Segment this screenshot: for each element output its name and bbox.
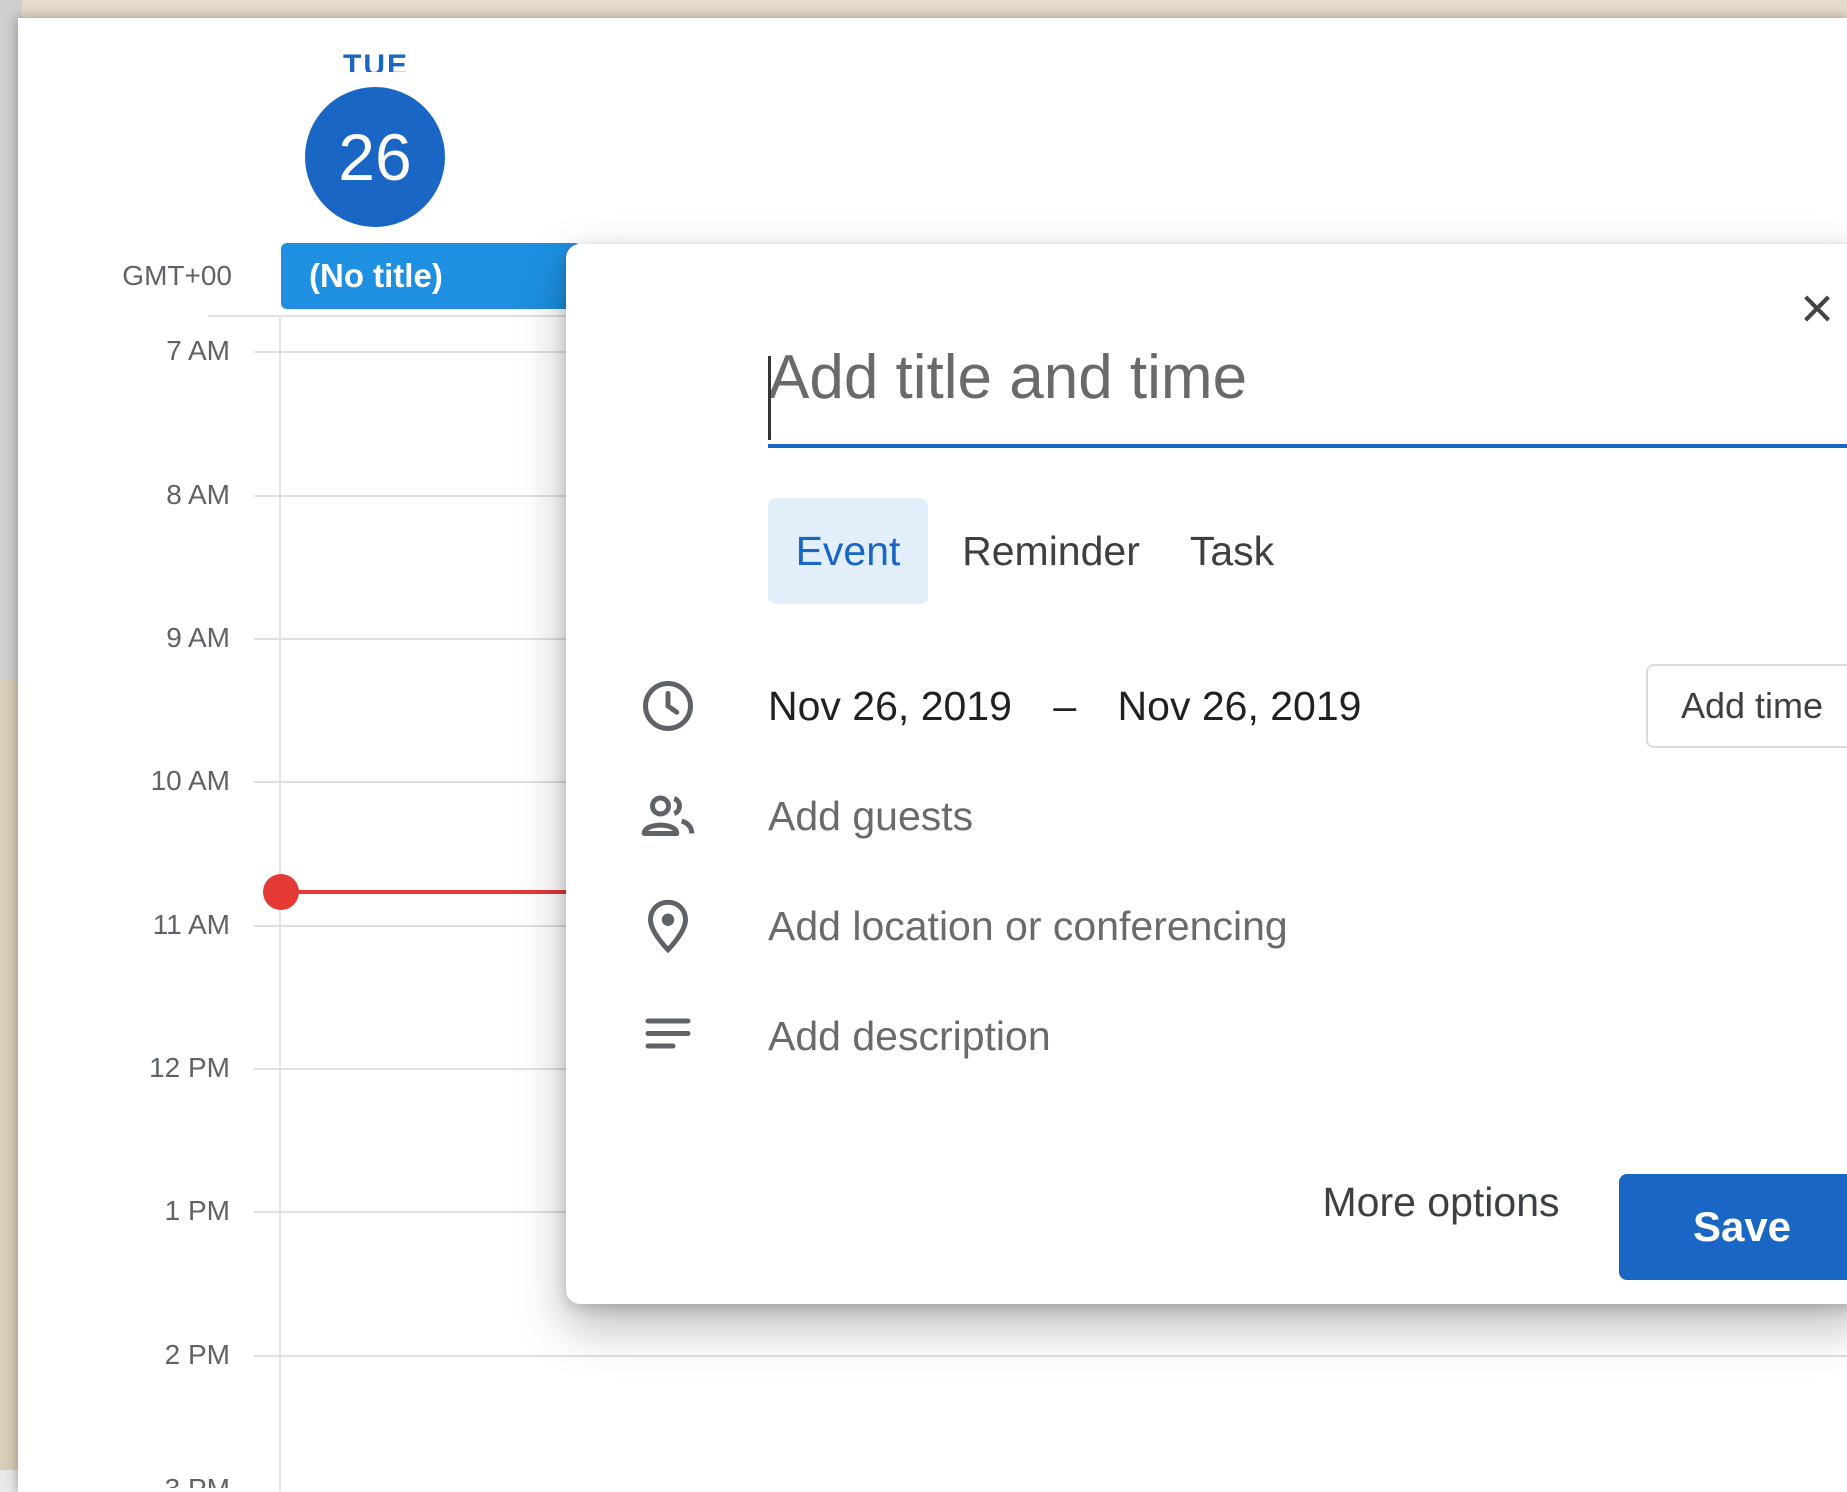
hour-label: 12 PM	[149, 1052, 230, 1083]
close-button[interactable]: ×	[1792, 280, 1842, 338]
tab-task[interactable]: Task	[1172, 498, 1292, 604]
hour-label: 1 PM	[164, 1195, 230, 1226]
hour-label: 10 AM	[150, 765, 230, 796]
tab-event[interactable]: Event	[768, 498, 928, 604]
more-options-button[interactable]: More options	[1296, 1162, 1586, 1242]
event-title-input[interactable]	[768, 352, 1847, 402]
text-caret	[768, 356, 771, 440]
timezone-label: GMT+00	[122, 260, 232, 291]
tab-reminder[interactable]: Reminder	[946, 498, 1156, 604]
allday-event-chip[interactable]: (No title)	[281, 243, 581, 309]
hour-label: 9 AM	[166, 622, 230, 653]
hour-gridline	[254, 1355, 1847, 1357]
title-input-underline	[768, 444, 1847, 448]
hour-label: 11 AM	[152, 909, 230, 940]
current-time-line	[281, 890, 601, 894]
date-range[interactable]: Nov 26, 2019 – Nov 26, 2019	[768, 676, 1361, 736]
add-time-button[interactable]: Add time	[1646, 664, 1847, 748]
notes-icon	[645, 1018, 691, 1049]
calendar-window: TUE 26 GMT+00 (No title) 7 AM 8 AM 9 AM …	[18, 18, 1847, 1492]
clock-icon	[643, 681, 693, 731]
hour-label: 8 AM	[166, 479, 230, 510]
hour-row-2pm[interactable]: 2 PM	[18, 1340, 1847, 1370]
people-icon	[641, 795, 695, 836]
day-weekday-label: TUE	[343, 49, 409, 72]
end-date[interactable]: Nov 26, 2019	[1118, 683, 1362, 729]
add-location-field[interactable]: Add location or conferencing	[768, 896, 1288, 956]
location-pin-icon	[647, 899, 689, 954]
hour-row-3pm[interactable]: 3 PM	[18, 1474, 1847, 1488]
start-date[interactable]: Nov 26, 2019	[768, 683, 1012, 729]
add-description-field[interactable]: Add description	[768, 1006, 1051, 1066]
hour-label: 2 PM	[164, 1339, 230, 1370]
hour-label: 3 PM	[108, 1474, 230, 1488]
quick-event-dialog: × Event Reminder Task Nov 26, 2019 – Nov…	[566, 244, 1847, 1304]
hour-label: 7 AM	[166, 335, 230, 366]
date-separator: –	[1053, 683, 1077, 729]
close-icon: ×	[1800, 276, 1834, 341]
current-time-dot	[263, 874, 299, 910]
add-guests-field[interactable]: Add guests	[768, 786, 973, 846]
day-number-button[interactable]: 26	[305, 87, 445, 227]
save-button[interactable]: Save	[1619, 1174, 1847, 1280]
